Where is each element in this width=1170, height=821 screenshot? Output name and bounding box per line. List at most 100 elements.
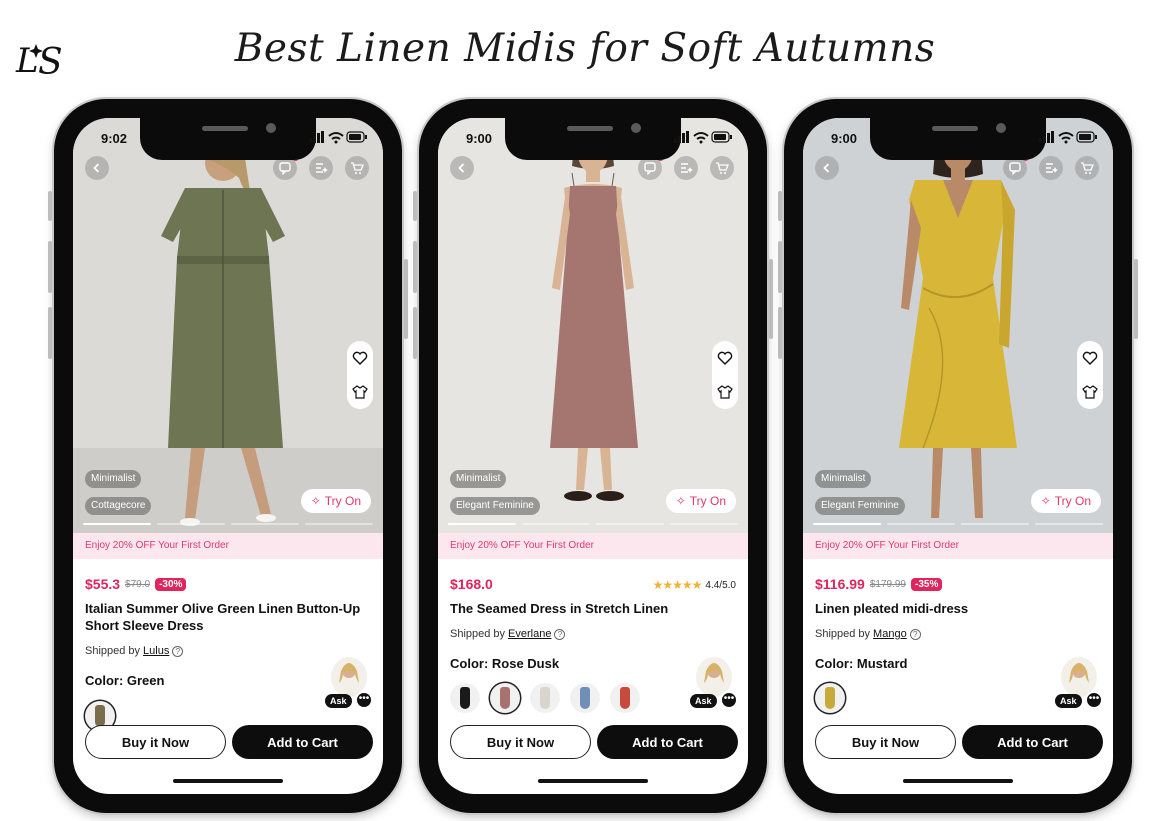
status-time: 9:02 xyxy=(101,131,128,146)
ask-label: Ask xyxy=(325,694,352,708)
info-icon[interactable]: ? xyxy=(172,645,184,657)
status-icons xyxy=(309,131,367,144)
status-icons xyxy=(1039,131,1097,144)
style-tag[interactable]: Minimalist xyxy=(450,470,507,488)
message-icon xyxy=(644,162,656,175)
add-to-cart-button[interactable]: Add to Cart xyxy=(962,725,1103,759)
old-price: $79.0 xyxy=(125,578,151,590)
seller-link[interactable]: Mango xyxy=(873,628,907,640)
back-button[interactable] xyxy=(450,156,474,180)
filter-button[interactable] xyxy=(1039,156,1063,180)
color-swatch[interactable] xyxy=(815,683,845,713)
filter-button[interactable] xyxy=(309,156,333,180)
try-on-button[interactable]: ✧ Try On xyxy=(300,489,371,513)
rating-value: 4.4/5.0 xyxy=(705,579,736,591)
notch xyxy=(870,118,1046,160)
shipped-by: Shipped by Mango ? xyxy=(815,628,921,640)
price: $116.99 xyxy=(815,576,865,592)
phone-mockup-3: 9:00 Minimalist Elegant Feminine ✧ Try O… xyxy=(778,99,1138,813)
try-on-label: Try On xyxy=(324,494,361,508)
color-swatches xyxy=(450,683,640,713)
info-icon[interactable]: ? xyxy=(909,628,921,640)
seller-link[interactable]: Everlane xyxy=(508,628,551,640)
heart-icon[interactable] xyxy=(1082,350,1098,366)
back-button[interactable] xyxy=(85,156,109,180)
cart-button[interactable] xyxy=(710,156,734,180)
heart-icon[interactable] xyxy=(352,350,368,366)
cart-icon xyxy=(1081,162,1094,174)
style-tag[interactable]: Elegant Feminine xyxy=(450,497,540,515)
discount-badge: -35% xyxy=(911,577,943,591)
seller-link[interactable]: Lulus xyxy=(143,645,169,657)
cart-button[interactable] xyxy=(345,156,369,180)
product-screen: 9:02 Minimalist Cottagecore ✧ Try On Enj… xyxy=(73,118,383,794)
color-label: Color: Rose Dusk xyxy=(450,656,560,671)
price-row: $116.99 $179.99 -35% xyxy=(815,576,943,592)
sparkle-list-icon xyxy=(681,163,693,173)
wardrobe-icon[interactable] xyxy=(1082,384,1098,400)
color-swatch[interactable] xyxy=(570,683,600,713)
color-label: Color: Mustard xyxy=(815,656,908,671)
side-actions xyxy=(347,341,373,409)
side-actions xyxy=(1077,341,1103,409)
image-progress xyxy=(83,523,373,525)
style-tag[interactable]: Cottagecore xyxy=(85,497,152,515)
product-screen: 9:00 Minimalist Elegant Feminine ✧ Try O… xyxy=(438,118,748,794)
chevron-left-icon xyxy=(823,163,830,173)
buy-now-button[interactable]: Buy it Now xyxy=(815,725,956,759)
promo-banner[interactable]: Enjoy 20% OFF Your First Order xyxy=(803,533,1113,559)
home-indicator xyxy=(903,779,1013,783)
shipped-by: Shipped by Lulus ? xyxy=(85,645,184,657)
ask-stylist-button[interactable]: Ask ••• xyxy=(325,657,373,709)
promo-banner[interactable]: Enjoy 20% OFF Your First Order xyxy=(73,533,383,559)
price-row: $55.3 $79.0 -30% xyxy=(85,576,187,592)
price-row: $168.0 xyxy=(450,576,493,592)
add-to-cart-button[interactable]: Add to Cart xyxy=(597,725,738,759)
image-progress xyxy=(448,523,738,525)
try-on-button[interactable]: ✧ Try On xyxy=(1030,489,1101,513)
cart-button[interactable] xyxy=(1075,156,1099,180)
color-swatch[interactable] xyxy=(490,683,520,713)
notch xyxy=(140,118,316,160)
color-swatch[interactable] xyxy=(530,683,560,713)
chat-bubble-icon: ••• xyxy=(720,691,738,709)
info-icon[interactable]: ? xyxy=(554,628,566,640)
cart-icon xyxy=(351,162,364,174)
wardrobe-icon[interactable] xyxy=(717,384,733,400)
heart-icon[interactable] xyxy=(717,350,733,366)
chat-bubble-icon: ••• xyxy=(1085,691,1103,709)
style-tag[interactable]: Elegant Feminine xyxy=(815,497,905,515)
color-label: Color: Green xyxy=(85,673,165,688)
try-on-button[interactable]: ✧ Try On xyxy=(665,489,736,513)
message-icon xyxy=(279,162,291,175)
side-actions xyxy=(712,341,738,409)
shipped-prefix: Shipped by xyxy=(85,645,141,657)
buy-now-button[interactable]: Buy it Now xyxy=(450,725,591,759)
buy-now-button[interactable]: Buy it Now xyxy=(85,725,226,759)
page-title: Best Linen Midis for Soft Autumns xyxy=(234,26,936,71)
try-on-label: Try On xyxy=(689,494,726,508)
sparkle-icon: ✧ xyxy=(1040,494,1051,508)
image-progress xyxy=(813,523,1103,525)
filter-button[interactable] xyxy=(674,156,698,180)
shipped-prefix: Shipped by xyxy=(815,628,871,640)
sparkle-list-icon xyxy=(316,163,328,173)
sparkle-icon: ✧ xyxy=(675,494,686,508)
chevron-left-icon xyxy=(93,163,100,173)
color-swatch[interactable] xyxy=(610,683,640,713)
ask-stylist-button[interactable]: Ask ••• xyxy=(690,657,738,709)
home-indicator xyxy=(173,779,283,783)
add-to-cart-button[interactable]: Add to Cart xyxy=(232,725,373,759)
ask-stylist-button[interactable]: Ask ••• xyxy=(1055,657,1103,709)
message-icon xyxy=(1009,162,1021,175)
phone-mockup-2: 9:00 Minimalist Elegant Feminine ✧ Try O… xyxy=(413,99,773,813)
style-tag[interactable]: Minimalist xyxy=(85,470,142,488)
shipped-by: Shipped by Everlane ? xyxy=(450,628,566,640)
status-time: 9:00 xyxy=(466,131,493,146)
color-swatch[interactable] xyxy=(450,683,480,713)
ask-label: Ask xyxy=(690,694,717,708)
style-tag[interactable]: Minimalist xyxy=(815,470,872,488)
wardrobe-icon[interactable] xyxy=(352,384,368,400)
back-button[interactable] xyxy=(815,156,839,180)
promo-banner[interactable]: Enjoy 20% OFF Your First Order xyxy=(438,533,748,559)
